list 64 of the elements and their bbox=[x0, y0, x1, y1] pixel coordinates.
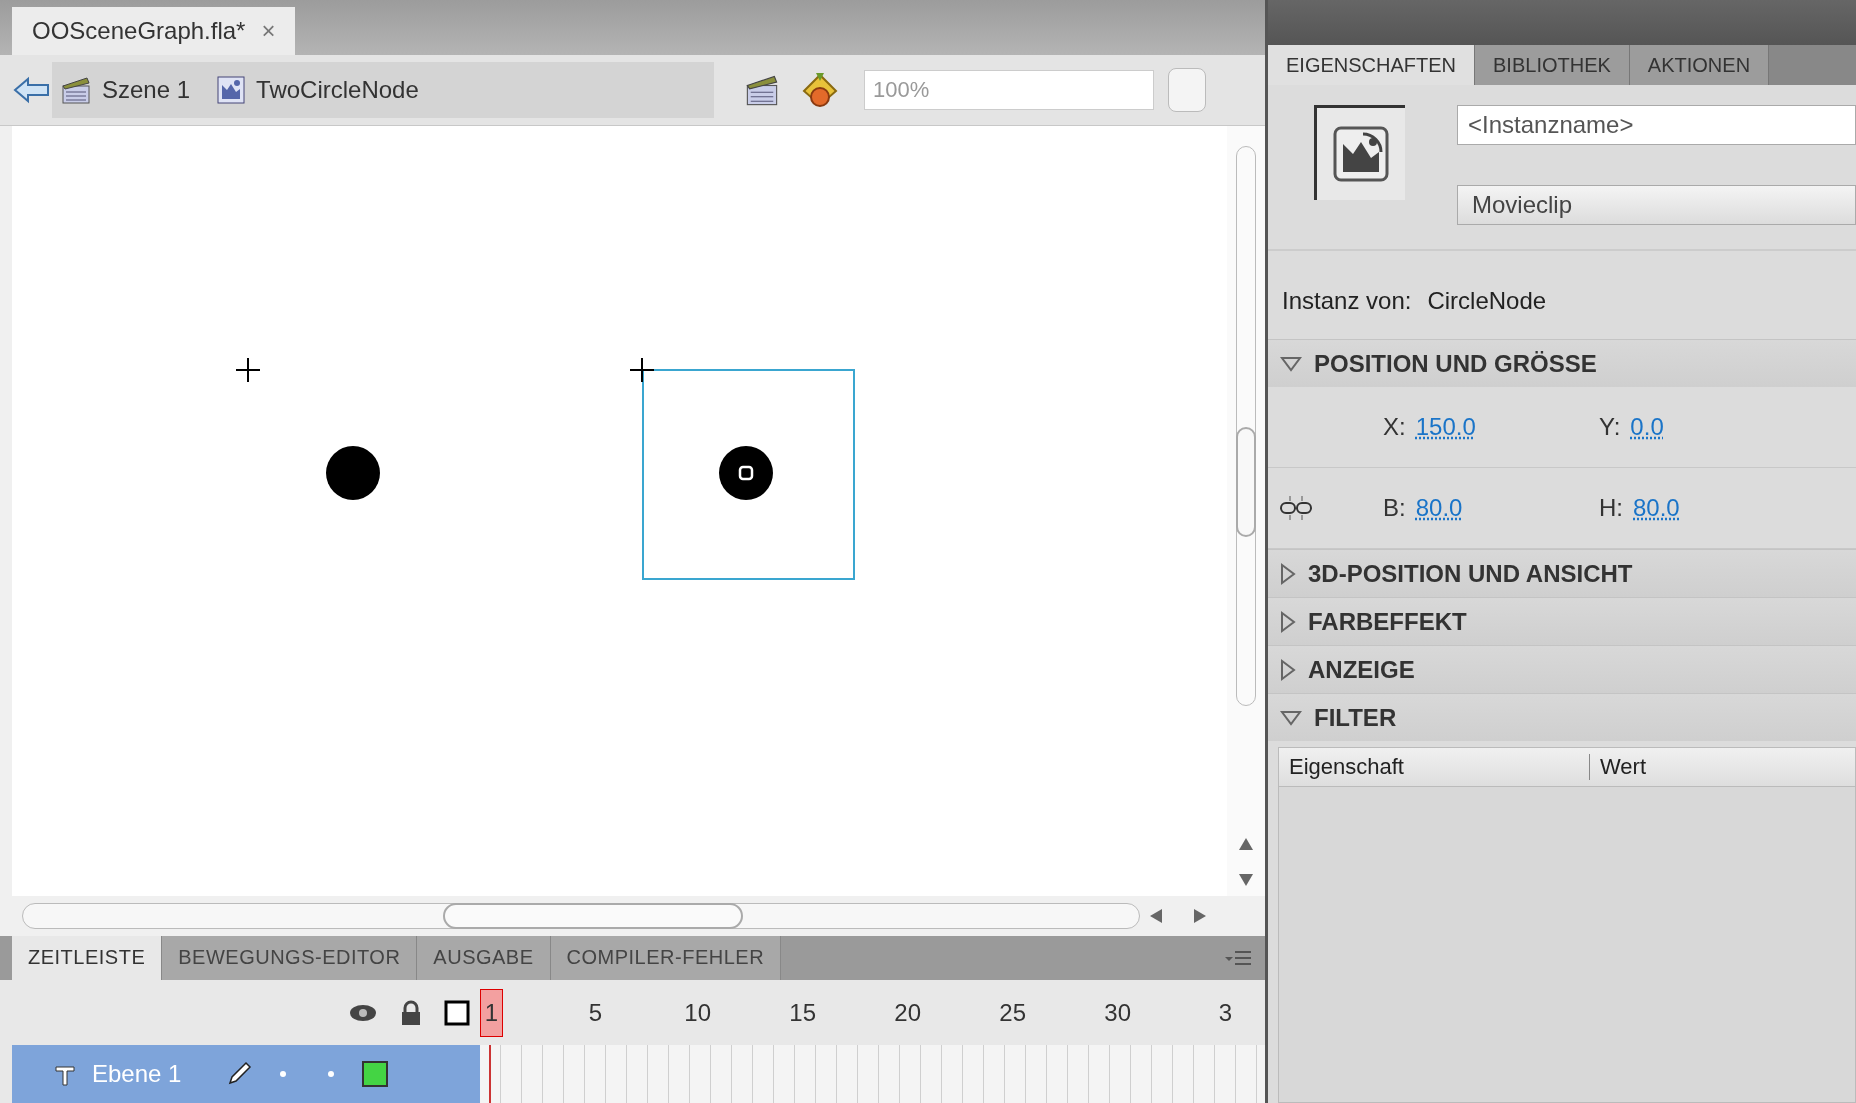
panel-tab[interactable]: AKTIONEN bbox=[1629, 45, 1770, 85]
field-label: Y: bbox=[1599, 413, 1621, 441]
value-field[interactable]: 150.0 bbox=[1415, 413, 1476, 441]
expand-triangle-icon bbox=[1280, 709, 1302, 726]
frame-number[interactable]: 30 bbox=[1104, 998, 1131, 1027]
link-chain-icon[interactable] bbox=[1278, 494, 1314, 522]
value-field[interactable]: 0.0 bbox=[1630, 413, 1664, 441]
movieclip-symbol-icon bbox=[1331, 124, 1391, 184]
back-arrow-icon[interactable] bbox=[12, 74, 52, 105]
horizontal-scrollbar[interactable] bbox=[22, 902, 1140, 929]
playhead-line bbox=[489, 1045, 491, 1103]
symbol-type-dropdown[interactable]: Movieclip bbox=[1457, 185, 1856, 225]
collapse-triangle-icon bbox=[1280, 658, 1296, 681]
registration-cross bbox=[629, 356, 655, 383]
outline-color-swatch[interactable] bbox=[362, 1061, 388, 1088]
panel-tab[interactable]: ZEITLEISTE bbox=[12, 935, 163, 981]
shapes-icon[interactable] bbox=[800, 70, 840, 109]
visibility-dot[interactable] bbox=[280, 1071, 286, 1078]
panel-tab[interactable]: COMPILER-FEHLER bbox=[550, 935, 782, 981]
lock-icon[interactable] bbox=[400, 999, 422, 1026]
instance-name-field[interactable]: <Instanzname> bbox=[1457, 105, 1856, 145]
section-header[interactable]: 3D-POSITION UND ANSICHT bbox=[1268, 549, 1856, 597]
collapse-triangle-icon bbox=[1280, 562, 1296, 585]
breadcrumb-item[interactable]: TwoCircleNode bbox=[208, 74, 427, 105]
frame-number[interactable]: 10 bbox=[684, 998, 711, 1027]
frame-number[interactable]: 15 bbox=[789, 998, 816, 1027]
circle-instance[interactable] bbox=[719, 445, 773, 500]
section-header[interactable]: FARBEFFEKT bbox=[1268, 597, 1856, 645]
panel-tab[interactable]: EIGENSCHAFTEN bbox=[1268, 45, 1476, 85]
section-header[interactable]: POSITION UND GRÖSSE bbox=[1268, 339, 1856, 387]
value-field[interactable]: 80.0 bbox=[1415, 494, 1463, 522]
scroll-right-arrow-icon[interactable] bbox=[1192, 906, 1208, 925]
lock-dot[interactable] bbox=[328, 1071, 334, 1078]
frame-number[interactable]: 20 bbox=[894, 998, 921, 1027]
breadcrumb-item[interactable]: Szene 1 bbox=[52, 73, 199, 106]
frame-number[interactable]: 1 bbox=[480, 988, 503, 1037]
section-header[interactable]: FILTER bbox=[1268, 693, 1856, 741]
close-icon[interactable]: × bbox=[261, 16, 276, 45]
field-label: X: bbox=[1383, 413, 1406, 441]
panel-tab[interactable]: BIBLIOTHEK bbox=[1475, 45, 1630, 85]
frame-number[interactable]: 3 bbox=[1215, 998, 1236, 1027]
outline-square-icon[interactable] bbox=[444, 999, 470, 1026]
expand-triangle-icon bbox=[1280, 355, 1302, 372]
panel-menu-icon[interactable] bbox=[1223, 948, 1253, 967]
frame-number[interactable]: 25 bbox=[999, 998, 1026, 1027]
frame-number[interactable]: 5 bbox=[585, 998, 606, 1027]
field-label: Instanz von: bbox=[1282, 287, 1412, 315]
eye-icon[interactable] bbox=[348, 1002, 378, 1023]
section-header[interactable]: ANZEIGE bbox=[1268, 645, 1856, 693]
value-field[interactable]: 80.0 bbox=[1633, 494, 1680, 522]
field-label: B: bbox=[1383, 494, 1406, 522]
movieclip-symbol-icon bbox=[216, 74, 247, 105]
panel-tab[interactable]: BEWEGUNGS-EDITOR bbox=[162, 935, 418, 981]
collapse-triangle-icon bbox=[1280, 610, 1296, 633]
scroll-down-arrow-icon[interactable] bbox=[1237, 871, 1255, 888]
scroll-left-arrow-icon[interactable] bbox=[1148, 906, 1164, 925]
circle-instance[interactable] bbox=[326, 445, 380, 500]
symbol-name: CircleNode bbox=[1427, 287, 1547, 315]
registration-cross bbox=[235, 356, 261, 383]
field-label: H: bbox=[1599, 494, 1623, 522]
panel-tab[interactable]: AUSGABE bbox=[417, 935, 551, 981]
column-header[interactable]: Wert bbox=[1589, 754, 1647, 780]
document-tab[interactable]: OOSceneGraph.fla* × bbox=[12, 6, 296, 55]
column-header[interactable]: Eigenschaft bbox=[1279, 754, 1589, 780]
